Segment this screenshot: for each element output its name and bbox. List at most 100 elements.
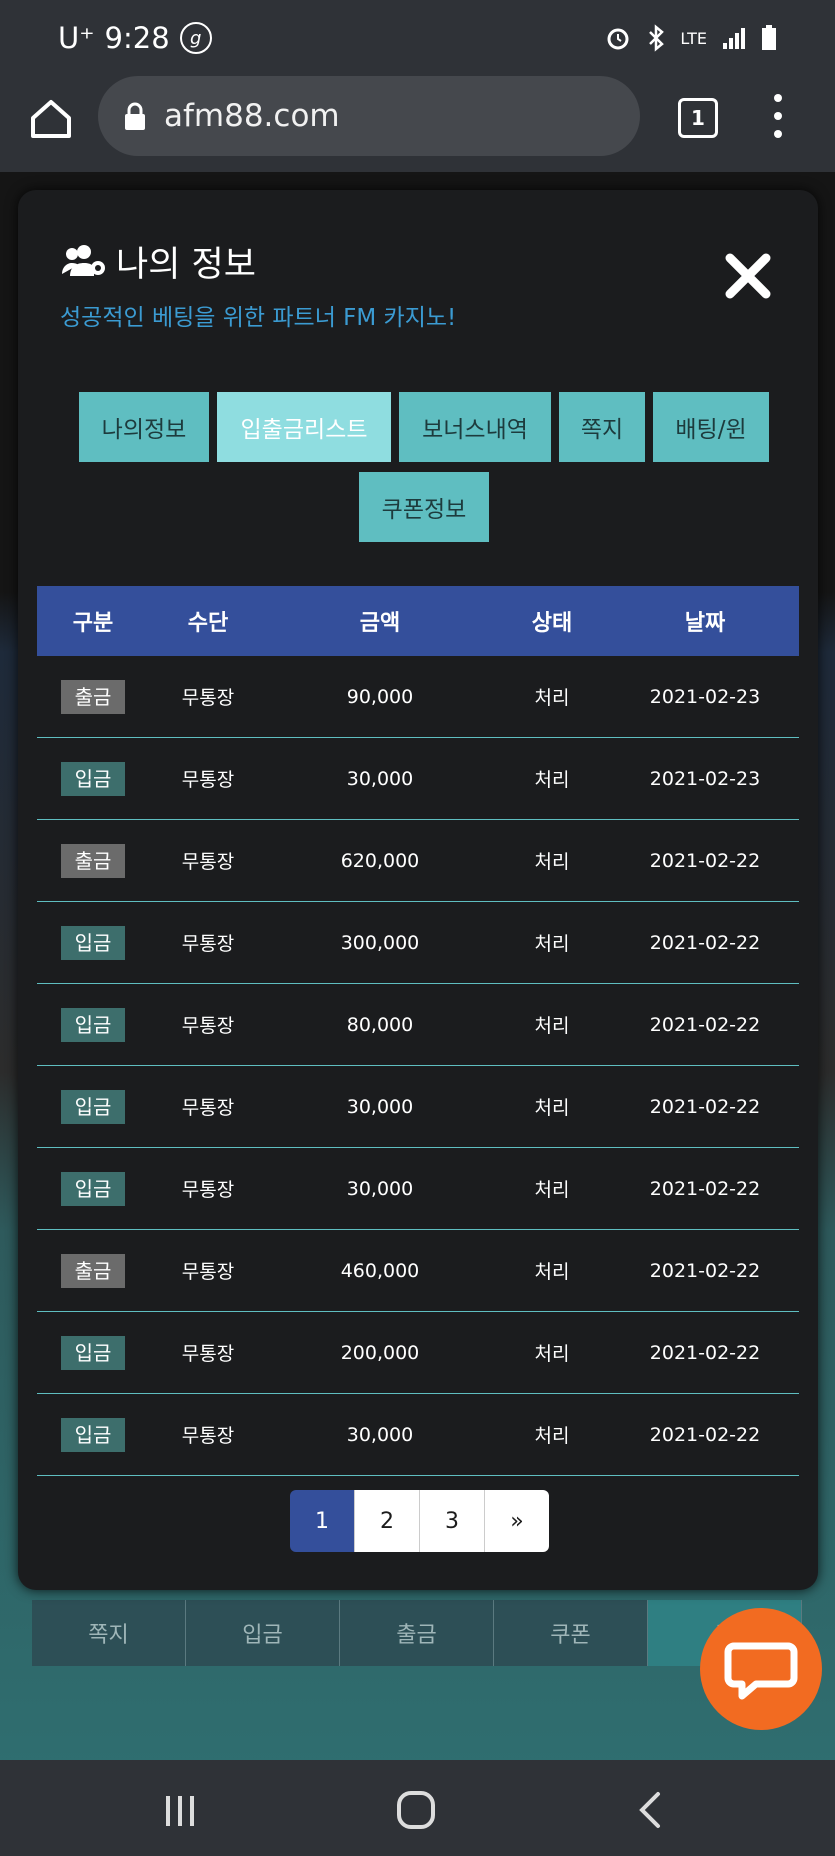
status-left: U⁺ 9:28 g xyxy=(58,21,212,55)
method-cell: 무통장 xyxy=(181,1097,235,1119)
method-cell: 무통장 xyxy=(181,1343,235,1365)
type-badge: 입금 xyxy=(61,1335,125,1370)
tab-deposit-withdraw-list[interactable]: 입출금리스트 xyxy=(217,392,391,462)
back-icon[interactable] xyxy=(630,1788,670,1832)
type-badge: 출금 xyxy=(61,679,125,714)
table-row: 입금 무통장 30,000 처리 2021-02-23 xyxy=(37,738,799,820)
home-icon[interactable] xyxy=(28,96,74,142)
type-badge: 입금 xyxy=(61,1171,125,1206)
date-cell: 2021-02-22 xyxy=(649,931,761,954)
date-cell: 2021-02-22 xyxy=(649,1095,761,1118)
date-cell: 2021-02-22 xyxy=(649,849,761,872)
status-cell: 처리 xyxy=(534,1261,570,1283)
my-info-modal: 나의 정보 성공적인 베팅을 위한 파트너 FM 카지노! 나의정보 입출금리스… xyxy=(18,190,818,1590)
date-cell: 2021-02-22 xyxy=(649,1013,761,1036)
network-label: LTE xyxy=(680,28,707,48)
method-cell: 무통장 xyxy=(181,1015,235,1037)
header-method: 수단 xyxy=(187,611,229,636)
bg-tab: 쪽지 xyxy=(32,1600,186,1666)
background-tab-bar: 쪽지 입금 출금 쿠폰 보 xyxy=(32,1600,802,1666)
tab-coupon-info[interactable]: 쿠폰정보 xyxy=(359,472,489,542)
tab-messages[interactable]: 쪽지 xyxy=(559,392,645,462)
type-cell: 출금 xyxy=(37,843,149,878)
amount-cell: 200,000 xyxy=(340,1341,420,1364)
type-badge: 입금 xyxy=(61,1089,125,1124)
carrier-label: U⁺ xyxy=(58,21,95,55)
type-badge: 입금 xyxy=(61,925,125,960)
amount-cell: 30,000 xyxy=(346,1095,414,1118)
status-bar: U⁺ 9:28 g LTE xyxy=(0,0,835,76)
type-cell: 출금 xyxy=(37,679,149,714)
next-page-button[interactable]: » xyxy=(485,1490,549,1552)
bluetooth-icon xyxy=(649,24,665,52)
type-badge: 입금 xyxy=(61,1007,125,1042)
method-cell: 무통장 xyxy=(181,1261,235,1283)
date-cell: 2021-02-23 xyxy=(649,767,761,790)
table-row: 입금 무통장 300,000 처리 2021-02-22 xyxy=(37,902,799,984)
date-cell: 2021-02-22 xyxy=(649,1259,761,1282)
status-cell: 처리 xyxy=(534,687,570,709)
amount-cell: 460,000 xyxy=(340,1259,420,1282)
page-1-button[interactable]: 1 xyxy=(290,1490,355,1552)
modal-tabs: 나의정보 입출금리스트 보너스내역 쪽지 배팅/윈 쿠폰정보 xyxy=(74,392,774,542)
amount-cell: 30,000 xyxy=(346,767,414,790)
header-status: 상태 xyxy=(531,611,573,636)
type-badge: 출금 xyxy=(61,1253,125,1288)
users-cog-icon xyxy=(62,244,105,276)
type-cell: 입금 xyxy=(37,1007,149,1042)
status-cell: 처리 xyxy=(534,1015,570,1037)
type-badge: 입금 xyxy=(61,1417,125,1452)
method-cell: 무통장 xyxy=(181,769,235,791)
status-right: LTE xyxy=(604,24,777,52)
table-row: 입금 무통장 30,000 처리 2021-02-22 xyxy=(37,1066,799,1148)
url-text: afm88.com xyxy=(164,98,340,134)
bg-tab: 쿠폰 xyxy=(494,1600,648,1666)
live-chat-button[interactable] xyxy=(700,1608,822,1730)
alarm-icon xyxy=(607,28,629,50)
header-date: 날짜 xyxy=(684,611,726,636)
tab-switcher-button[interactable]: 1 xyxy=(678,98,718,138)
type-cell: 입금 xyxy=(37,925,149,960)
method-cell: 무통장 xyxy=(181,851,235,873)
browser-menu-icon[interactable] xyxy=(770,94,786,138)
home-nav-icon[interactable] xyxy=(394,1788,438,1832)
amount-cell: 620,000 xyxy=(340,849,420,872)
table-row: 출금 무통장 460,000 처리 2021-02-22 xyxy=(37,1230,799,1312)
modal-title-text: 나의 정보 xyxy=(116,245,256,285)
close-icon[interactable] xyxy=(724,252,772,300)
status-cell: 처리 xyxy=(534,851,570,873)
browser-toolbar: afm88.com 1 xyxy=(0,76,835,172)
modal-subtitle: 성공적인 베팅을 위한 파트너 FM 카지노! xyxy=(60,305,457,331)
type-cell: 입금 xyxy=(37,1335,149,1370)
amount-cell: 90,000 xyxy=(346,685,414,708)
chat-bubble-icon xyxy=(724,1642,798,1700)
amount-cell: 300,000 xyxy=(340,931,420,954)
page-2-button[interactable]: 2 xyxy=(355,1490,420,1552)
method-cell: 무통장 xyxy=(181,933,235,955)
tab-my-info[interactable]: 나의정보 xyxy=(79,392,209,462)
recent-apps-icon[interactable] xyxy=(160,1790,200,1830)
transaction-table-body: 출금 무통장 90,000 처리 2021-02-23 입금 무통장 30,000 처리 2021… xyxy=(37,656,799,1476)
date-cell: 2021-02-22 xyxy=(649,1423,761,1446)
date-cell: 2021-02-22 xyxy=(649,1177,761,1200)
header-type: 구분 xyxy=(72,611,114,636)
clock: 9:28 xyxy=(104,21,170,55)
header-amount: 금액 xyxy=(359,611,401,636)
amount-cell: 80,000 xyxy=(346,1013,414,1036)
page-3-button[interactable]: 3 xyxy=(420,1490,485,1552)
type-cell: 입금 xyxy=(37,1417,149,1452)
amount-cell: 30,000 xyxy=(346,1177,414,1200)
tab-bonus-history[interactable]: 보너스내역 xyxy=(399,392,551,462)
date-cell: 2021-02-23 xyxy=(649,685,761,708)
table-row: 출금 무통장 90,000 처리 2021-02-23 xyxy=(37,656,799,738)
bg-tab: 입금 xyxy=(186,1600,340,1666)
address-bar[interactable]: afm88.com xyxy=(98,76,640,156)
type-cell: 출금 xyxy=(37,1253,149,1288)
amount-cell: 30,000 xyxy=(346,1423,414,1446)
system-nav-bar xyxy=(0,1760,835,1856)
status-cell: 처리 xyxy=(534,1425,570,1447)
tab-betting-win[interactable]: 배팅/윈 xyxy=(653,392,769,462)
table-row: 입금 무통장 30,000 처리 2021-02-22 xyxy=(37,1394,799,1476)
type-badge: 출금 xyxy=(61,843,125,878)
type-cell: 입금 xyxy=(37,761,149,796)
